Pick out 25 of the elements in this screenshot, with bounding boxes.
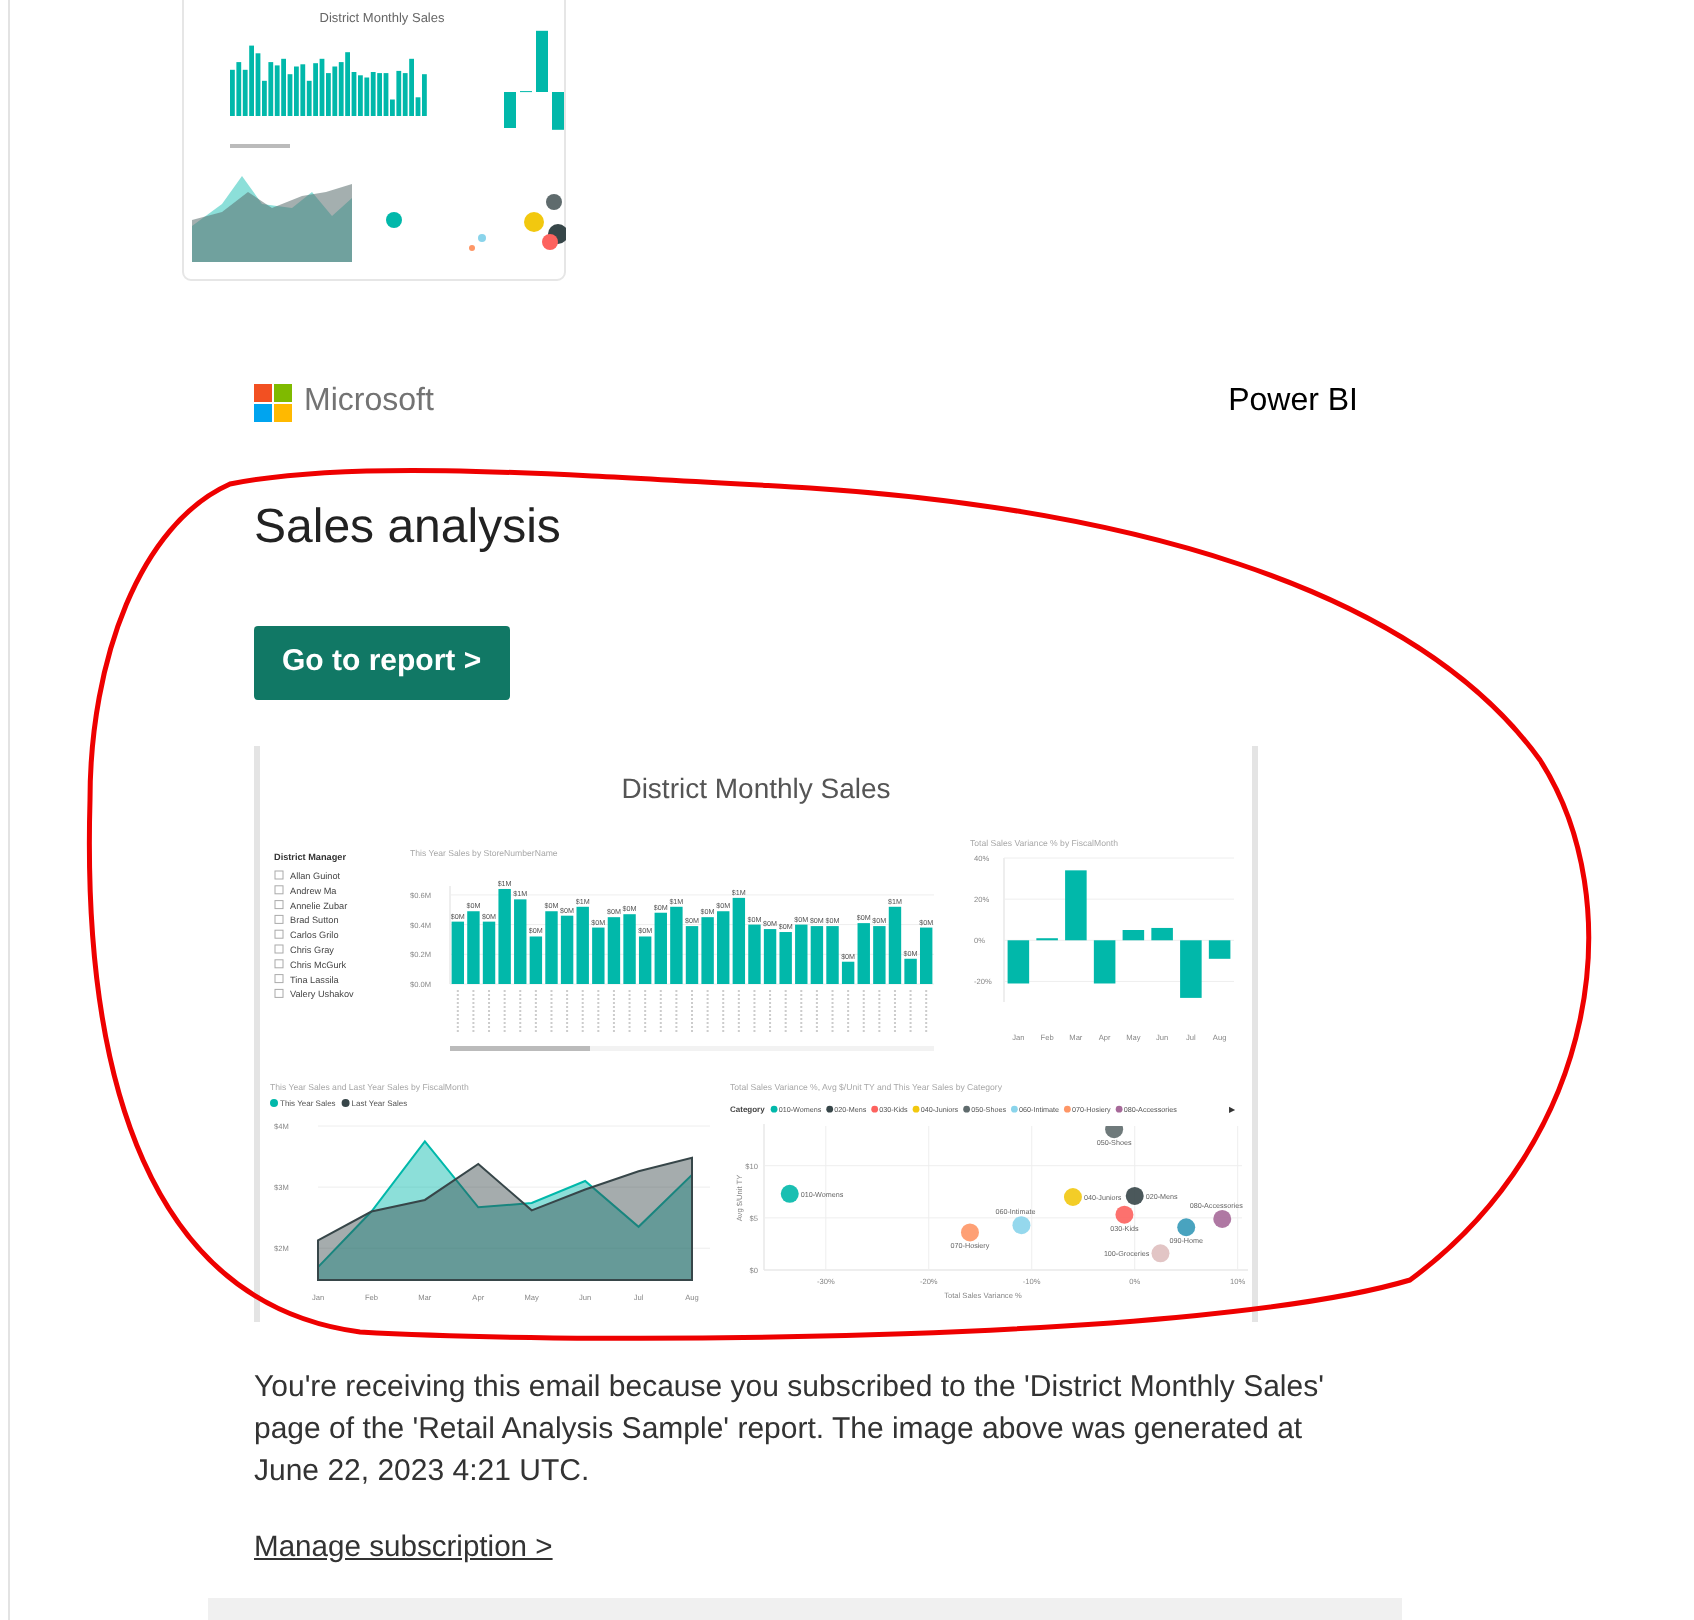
notice-text: You're receiving this email because you subscribed to the 'District Monthly Sales' page of the 'Retail Analysis Sample' report. The image above was generated at June 22, 2023 4:21 UTC. [254,1368,1326,1492]
email-title: Sales analysis [254,498,563,558]
checkbox[interactable] [274,944,284,954]
scroll-bar[interactable] [450,1046,934,1051]
bar [1007,940,1030,984]
bar [1180,940,1202,998]
checkbox[interactable] [274,885,284,895]
checkbox[interactable] [274,974,284,984]
microsoft-logo-icon [254,383,292,421]
bar [1093,940,1116,984]
go-to-report-button[interactable]: Go to report > [254,626,510,700]
bar [1065,870,1087,941]
product-name: Power BI [1228,382,1358,422]
manage-subscription-link[interactable]: Manage subscription > [254,1526,553,1571]
bar [1208,940,1231,959]
report-title: District Monthly Sales [621,772,891,804]
brand-name: Microsoft [304,382,434,422]
bar [1122,930,1145,941]
column-chart-drawing [504,30,564,130]
checkbox[interactable] [274,929,284,939]
checkbox[interactable] [274,959,284,969]
checkbox[interactable] [274,988,284,998]
checkbox[interactable] [274,900,284,910]
checkbox[interactable] [274,870,284,880]
checkbox[interactable] [274,914,284,924]
